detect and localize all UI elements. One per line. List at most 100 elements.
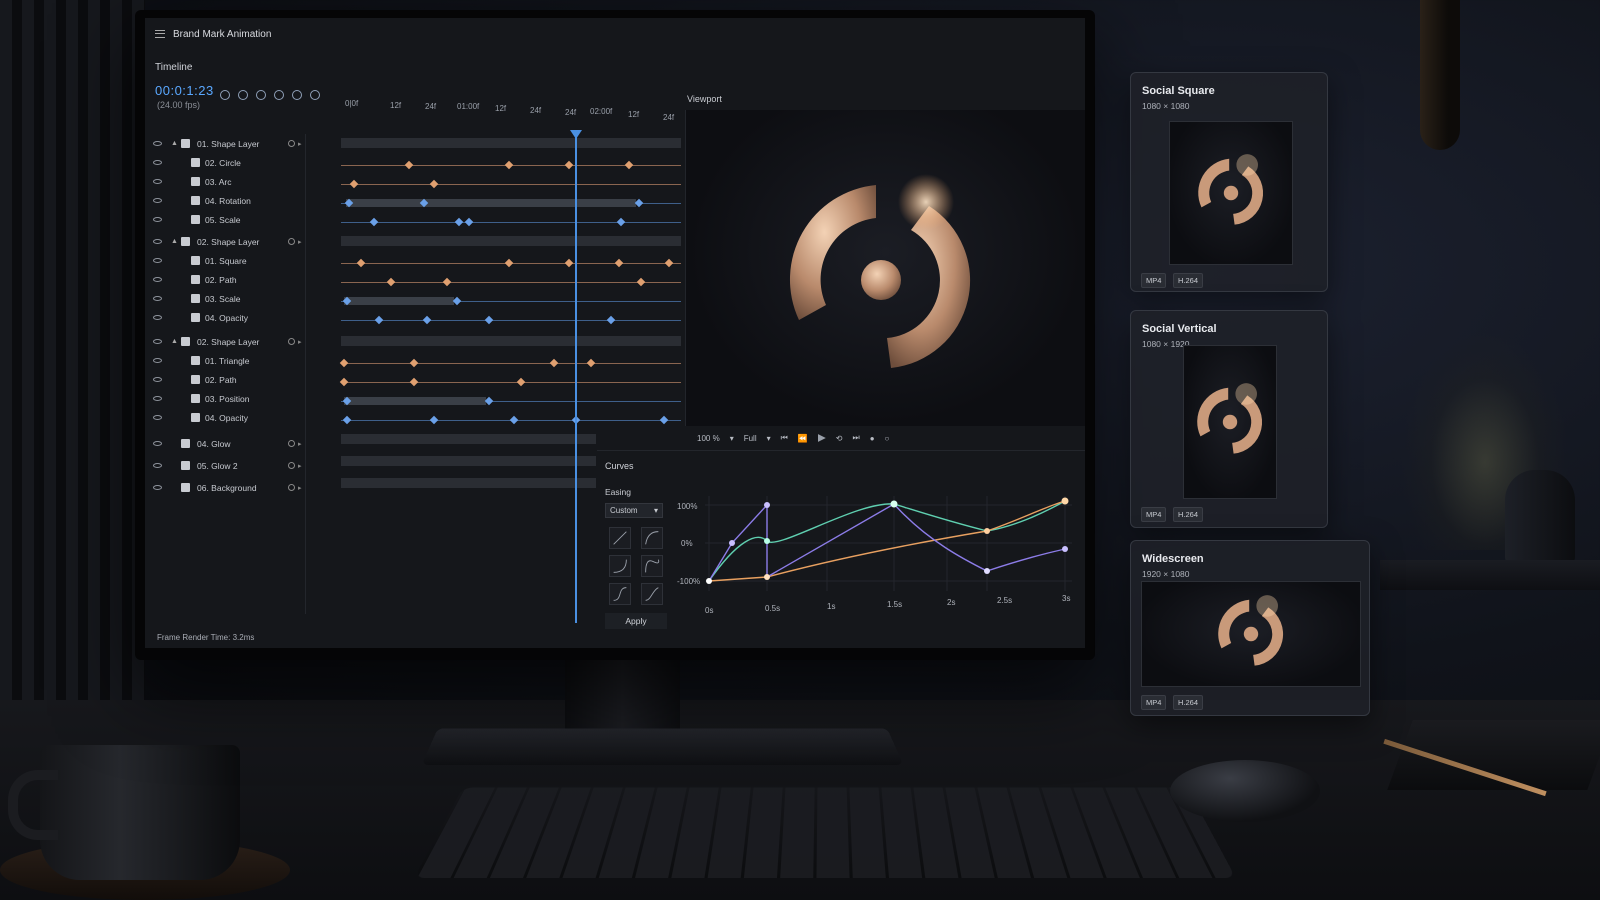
layer-row[interactable]: ▲ 02. Shape Layer ▸ [145,232,305,251]
layer-color-swatch[interactable] [181,461,190,470]
expand-icon[interactable]: ▸ [298,462,302,470]
layer-row[interactable]: 02. Path [145,270,305,289]
keyframe[interactable] [635,199,643,207]
keyframe[interactable] [430,416,438,424]
teal-curve[interactable] [709,501,1065,581]
keyframe[interactable] [607,316,615,324]
layer-row[interactable]: 03. Position [145,389,305,408]
keyframe[interactable] [637,278,645,286]
expand-icon[interactable]: ▸ [298,238,302,246]
keyframe[interactable] [340,359,348,367]
keyframe[interactable] [465,218,473,226]
search-icon[interactable] [220,90,230,100]
keyframe[interactable] [350,180,358,188]
eye-icon[interactable] [153,377,162,382]
skip-end-icon[interactable]: ⏭ [852,433,859,443]
keyframe[interactable] [665,259,673,267]
expand-icon[interactable]: ▸ [298,484,302,492]
keyframe[interactable] [430,180,438,188]
gear-icon[interactable] [288,484,295,491]
chevron-down-icon[interactable]: ▾ [767,434,771,443]
layer-row[interactable]: 04. Opacity [145,308,305,327]
eye-icon[interactable] [153,296,162,301]
eye-icon[interactable] [153,160,162,165]
orange-curve[interactable] [709,501,1065,581]
track-segment[interactable] [344,297,454,305]
keyframe[interactable] [485,316,493,324]
track-segment[interactable] [341,184,681,185]
keyframe[interactable] [443,278,451,286]
eye-icon[interactable] [153,358,162,363]
layer-color-swatch[interactable] [191,413,200,422]
eye-icon[interactable] [153,217,162,222]
keyframe[interactable] [410,359,418,367]
play-icon[interactable] [818,434,826,442]
track-segment[interactable] [341,138,681,148]
collapse-icon[interactable]: ▲ [171,338,178,345]
curve-point[interactable] [984,568,990,574]
layer-color-swatch[interactable] [191,313,200,322]
preset-ease-in-out[interactable] [609,583,631,605]
track-segment[interactable] [341,363,681,364]
time-ruler[interactable]: 0|0f 12f 24f 01:00f 12f 24f 24f 02:00f 12f 24f [345,93,680,123]
gear-icon[interactable] [288,140,295,147]
timecode[interactable]: 00:0:1:23 [155,83,214,98]
keyframe[interactable] [453,297,461,305]
gear-icon[interactable] [288,462,295,469]
layer-row[interactable]: 02. Circle [145,153,305,172]
layer-row[interactable]: 01. Square [145,251,305,270]
track-segment[interactable] [344,397,486,405]
layer-row[interactable]: 04. Glow ▸ [145,434,305,453]
skip-start-icon[interactable]: ⏮ [781,433,788,443]
keyframe[interactable] [617,218,625,226]
preset-ease-out[interactable] [641,527,663,549]
keyframe[interactable] [343,416,351,424]
keyframe[interactable] [625,161,633,169]
playhead-handle[interactable] [570,130,582,139]
expand-icon[interactable]: ▸ [298,440,302,448]
keyframe[interactable] [387,278,395,286]
layer-color-swatch[interactable] [191,196,200,205]
keyframe[interactable] [510,416,518,424]
track-segment[interactable] [341,320,681,321]
layer-color-swatch[interactable] [191,394,200,403]
preset-back[interactable] [641,555,663,577]
viewport[interactable] [685,110,1085,426]
eye-icon[interactable] [153,258,162,263]
playhead[interactable] [575,133,577,623]
keyframe[interactable] [565,259,573,267]
eye-icon[interactable] [153,239,162,244]
track-segment[interactable] [341,236,681,246]
track-segment[interactable] [341,222,681,223]
keyframe[interactable] [615,259,623,267]
track-segment[interactable] [341,336,681,346]
collapse-icon[interactable]: ▲ [171,238,178,245]
home-icon[interactable] [292,90,302,100]
record-icon[interactable]: ● [870,434,875,443]
keyframe[interactable] [485,397,493,405]
keyframe[interactable] [375,316,383,324]
gear-icon[interactable] [288,338,295,345]
eye-icon[interactable] [153,277,162,282]
track-segment[interactable] [341,478,596,488]
layer-color-swatch[interactable] [181,337,190,346]
curve-point[interactable] [764,538,770,544]
preset-bounce[interactable] [641,583,663,605]
keyframe[interactable] [517,378,525,386]
layer-row[interactable]: 03. Arc [145,172,305,191]
keyframe[interactable] [370,218,378,226]
track-segment[interactable] [346,199,636,207]
layer-color-swatch[interactable] [191,375,200,384]
keyframe-icon[interactable] [274,90,284,100]
track-segment[interactable] [341,382,681,383]
layer-color-swatch[interactable] [181,439,190,448]
zoom-select[interactable]: 100 % [697,434,720,443]
collapse-icon[interactable]: ▲ [171,140,178,147]
layer-row[interactable]: 01. Triangle [145,351,305,370]
layer-row[interactable]: 06. Background ▸ [145,478,305,497]
hamburger-icon[interactable] [155,30,165,38]
eye-icon[interactable] [153,415,162,420]
export-card-social-vertical[interactable]: Social Vertical 1080 × 1920 MP4 H.264 [1130,310,1328,528]
layer-color-swatch[interactable] [181,139,190,148]
loop-icon[interactable]: ⟲ [836,434,843,443]
